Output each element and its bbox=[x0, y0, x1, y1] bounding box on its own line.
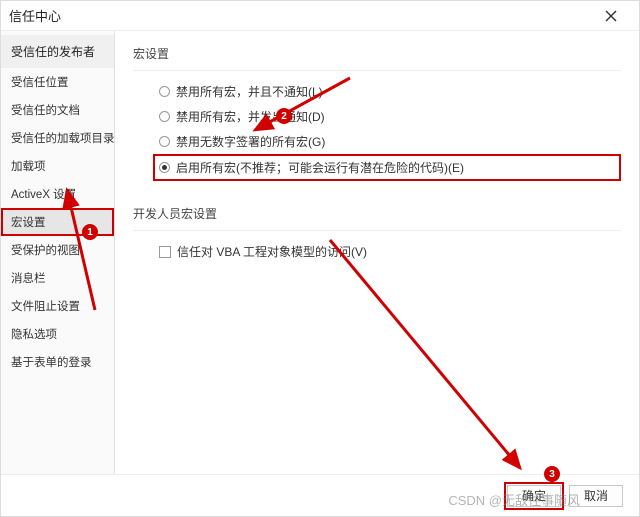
radio-label: 启用所有宏(不推荐；可能会运行有潜在危险的代码)(E) bbox=[176, 159, 464, 176]
callout-badge-3: 3 bbox=[544, 466, 560, 482]
sidebar-item-trusted-addin-catalogs[interactable]: 受信任的加载项目录 bbox=[1, 124, 114, 152]
sidebar-item-trusted-documents[interactable]: 受信任的文档 bbox=[1, 96, 114, 124]
group-title-developer-macro: 开发人员宏设置 bbox=[133, 199, 621, 231]
cancel-button[interactable]: 取消 bbox=[569, 485, 623, 507]
radio-icon bbox=[159, 136, 170, 147]
radio-label: 禁用所有宏，并发出通知(D) bbox=[176, 108, 325, 125]
group-title-macro-settings: 宏设置 bbox=[133, 39, 621, 71]
close-button[interactable] bbox=[591, 2, 631, 30]
macro-settings-options: 禁用所有宏，并且不通知(L) 禁用所有宏，并发出通知(D) 禁用无数字签署的所有… bbox=[133, 79, 621, 181]
checkbox-label: 信任对 VBA 工程对象模型的访问(V) bbox=[177, 243, 367, 260]
sidebar-item-protected-view[interactable]: 受保护的视图 bbox=[1, 236, 114, 264]
checkbox-trust-vba[interactable]: 信任对 VBA 工程对象模型的访问(V) bbox=[133, 239, 621, 264]
radio-icon bbox=[159, 86, 170, 97]
callout-badge-1: 1 bbox=[82, 224, 98, 240]
radio-label: 禁用无数字签署的所有宏(G) bbox=[176, 133, 325, 150]
close-icon bbox=[605, 10, 617, 22]
sidebar-header[interactable]: 受信任的发布者 bbox=[1, 35, 114, 68]
sidebar: 受信任的发布者 受信任位置 受信任的文档 受信任的加载项目录 加载项 Activ… bbox=[1, 31, 115, 474]
radio-disable-with-notify[interactable]: 禁用所有宏，并发出通知(D) bbox=[159, 104, 621, 129]
sidebar-item-form-based-login[interactable]: 基于表单的登录 bbox=[1, 348, 114, 376]
titlebar: 信任中心 bbox=[1, 1, 639, 31]
dialog-body: 受信任的发布者 受信任位置 受信任的文档 受信任的加载项目录 加载项 Activ… bbox=[1, 31, 639, 474]
sidebar-item-privacy-options[interactable]: 隐私选项 bbox=[1, 320, 114, 348]
dialog-title: 信任中心 bbox=[9, 6, 591, 25]
ok-button[interactable]: 确定 bbox=[507, 485, 561, 507]
radio-disable-except-signed[interactable]: 禁用无数字签署的所有宏(G) bbox=[159, 129, 621, 154]
trust-center-dialog: 信任中心 受信任的发布者 受信任位置 受信任的文档 受信任的加载项目录 加载项 … bbox=[0, 0, 640, 517]
main-panel: 宏设置 禁用所有宏，并且不通知(L) 禁用所有宏，并发出通知(D) 禁用无数字签… bbox=[115, 31, 639, 474]
sidebar-item-file-block-settings[interactable]: 文件阻止设置 bbox=[1, 292, 114, 320]
sidebar-item-trusted-locations[interactable]: 受信任位置 bbox=[1, 68, 114, 96]
radio-enable-all[interactable]: 启用所有宏(不推荐；可能会运行有潜在危险的代码)(E) bbox=[153, 154, 621, 181]
checkbox-icon bbox=[159, 246, 171, 258]
radio-icon bbox=[159, 162, 170, 173]
callout-badge-2: 2 bbox=[276, 108, 292, 124]
sidebar-item-message-bar[interactable]: 消息栏 bbox=[1, 264, 114, 292]
sidebar-item-addins[interactable]: 加载项 bbox=[1, 152, 114, 180]
radio-disable-no-notify[interactable]: 禁用所有宏，并且不通知(L) bbox=[159, 79, 621, 104]
sidebar-item-activex-settings[interactable]: ActiveX 设置 bbox=[1, 180, 114, 208]
radio-icon bbox=[159, 111, 170, 122]
dialog-footer: 确定 取消 bbox=[1, 474, 639, 516]
radio-label: 禁用所有宏，并且不通知(L) bbox=[176, 83, 323, 100]
